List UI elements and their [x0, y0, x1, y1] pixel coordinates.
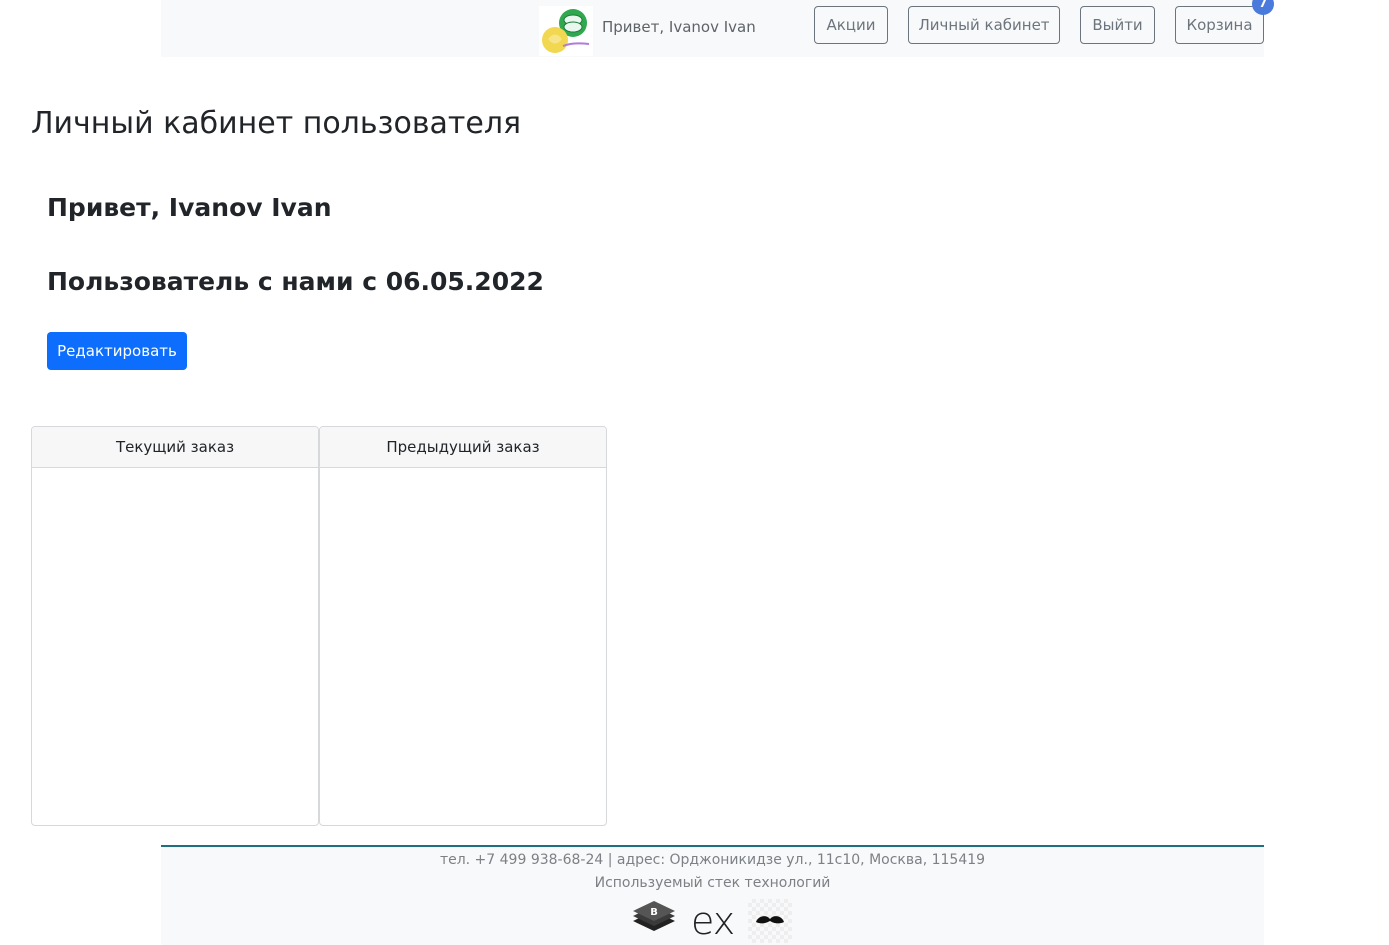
bootstrap-icon: B [631, 897, 677, 945]
previous-order-card: Предыдущий заказ [319, 426, 607, 826]
tech-stack-icons: B ex [631, 897, 793, 945]
footer-contact: тел. +7 499 938-68-24 | адрес: Орджоники… [439, 852, 986, 868]
express-icon: ex [691, 899, 735, 943]
navbar: Привет, Ivanov Ivan Акции Личный кабинет… [161, 0, 1264, 57]
promotions-button[interactable]: Акции [814, 6, 888, 44]
user-greeting: Привет, Ivanov Ivan [47, 193, 332, 222]
svg-text:B: B [650, 907, 658, 918]
cart-button[interactable]: Корзина [1175, 6, 1264, 44]
mustache-icon [748, 899, 793, 943]
edit-profile-button[interactable]: Редактировать [47, 332, 187, 370]
current-order-header: Текущий заказ [32, 427, 318, 468]
current-order-card: Текущий заказ [31, 426, 319, 826]
navbar-greeting: Привет, Ivanov Ivan [602, 18, 756, 36]
footer: тел. +7 499 938-68-24 | адрес: Орджоники… [161, 845, 1264, 945]
logout-button[interactable]: Выйти [1080, 6, 1155, 44]
site-logo[interactable] [539, 6, 593, 56]
account-button[interactable]: Личный кабинет [908, 6, 1060, 44]
previous-order-body [320, 468, 606, 825]
footer-stack-label: Используемый стек технологий [594, 875, 831, 891]
previous-order-header: Предыдущий заказ [320, 427, 606, 468]
page-title: Личный кабинет пользователя [31, 106, 522, 141]
current-order-body [32, 468, 318, 825]
member-since: Пользователь с нами с 06.05.2022 [47, 267, 544, 296]
